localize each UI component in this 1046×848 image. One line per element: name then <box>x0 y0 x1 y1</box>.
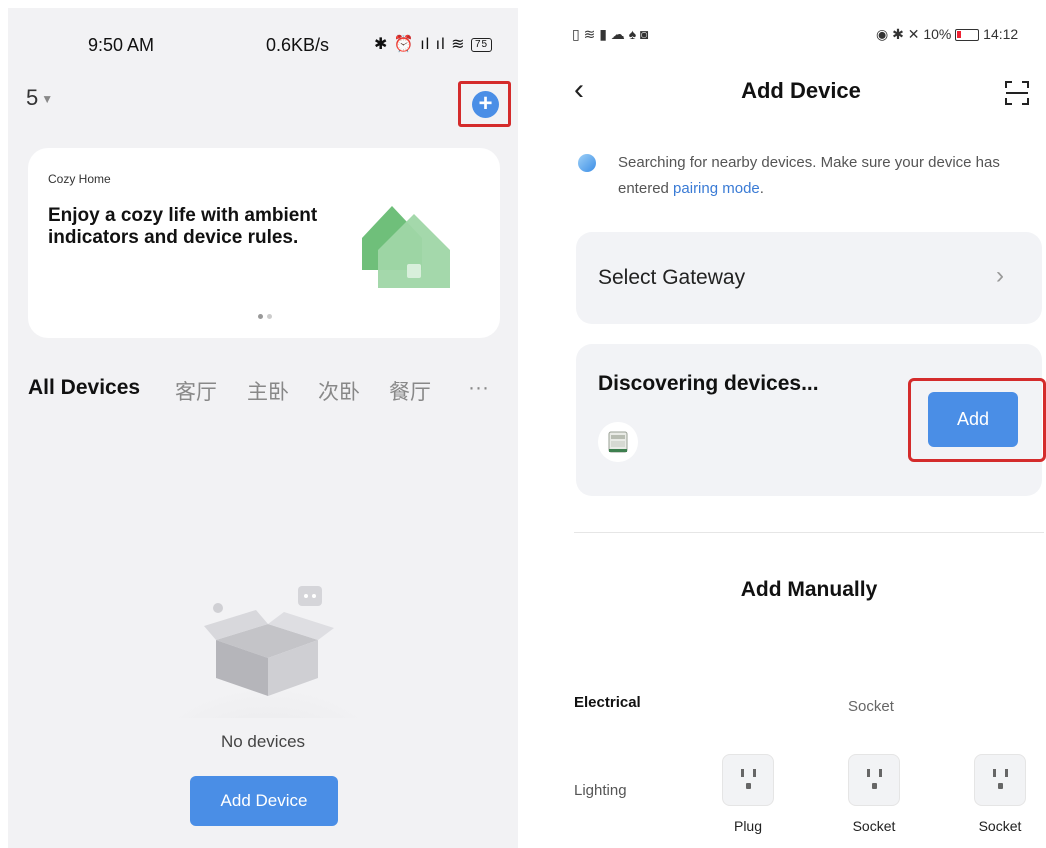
more-tabs-button[interactable]: ··· <box>468 376 489 400</box>
page-title: Add Device <box>741 78 861 103</box>
select-gateway-label: Select Gateway <box>598 266 746 289</box>
caret-down-icon: ▼ <box>41 92 54 107</box>
carousel-dots <box>256 306 274 324</box>
status-icons: ✱ ⏰ ıl ıl ≋ 75 <box>374 34 493 54</box>
socket-icon <box>848 754 900 806</box>
plug-icon <box>722 754 774 806</box>
scan-icon[interactable] <box>1004 80 1030 106</box>
discovered-device-icon[interactable] <box>598 422 638 462</box>
tab-second-bedroom[interactable]: 次卧 <box>318 376 360 406</box>
home-selector-label: 5 <box>26 85 39 110</box>
status-icons-right: ◉ ✱ ✕ 10% 14:12 <box>876 26 1018 43</box>
home-selector[interactable]: 5 ▼ <box>26 85 53 111</box>
add-discovered-device-button[interactable]: Add <box>928 392 1018 447</box>
status-indicators: ◉ ✱ ✕ 10% <box>876 26 952 42</box>
status-bar: 9:50 AM 0.6KB/s ✱ ⏰ ıl ıl ≋ 75 <box>8 32 518 62</box>
add-device-button[interactable]: Add Device <box>190 776 338 826</box>
promo-banner[interactable]: Cozy Home Enjoy a cozy life with ambient… <box>28 148 500 338</box>
searching-icon <box>578 154 596 172</box>
search-notice: Searching for nearby devices. Make sure … <box>576 150 1036 202</box>
category-electrical[interactable]: Electrical <box>574 694 641 711</box>
add-manually-title: Add Manually <box>740 578 878 601</box>
socket-icon <box>974 754 1026 806</box>
pairing-mode-link[interactable]: pairing mode <box>673 180 760 197</box>
device-socket-2[interactable]: Socket <box>960 754 1040 834</box>
category-lighting[interactable]: Lighting <box>574 782 627 799</box>
status-time: 9:50 AM <box>88 35 155 55</box>
device-label: Socket <box>978 818 1022 834</box>
device-socket[interactable]: Socket <box>834 754 914 834</box>
plus-icon: + <box>472 91 499 118</box>
banner-title: Enjoy a cozy life with ambient indicator… <box>48 205 318 248</box>
banner-caption: Cozy Home <box>48 172 111 186</box>
device-plug[interactable]: Plug <box>708 754 788 834</box>
battery-icon <box>955 29 980 42</box>
section-header-socket: Socket <box>848 698 894 715</box>
status-network-rate: 0.6KB/s <box>266 35 330 55</box>
divider <box>574 532 1044 533</box>
home-screen: 9:50 AM 0.6KB/s ✱ ⏰ ıl ıl ≋ 75 5 ▼ + Cozy… <box>8 8 518 848</box>
tab-dining-room[interactable]: 餐厅 <box>389 376 431 406</box>
room-tabs: All Devices 客厅 主卧 次卧 餐厅 ··· <box>28 376 518 412</box>
select-gateway-row[interactable]: Select Gateway › <box>576 232 1042 324</box>
notice-suffix: . <box>759 180 764 197</box>
add-device-screen: ▯ ≋ ▮ ☁ ♠ ◙ ◉ ✱ ✕ 10% 14:12 ‹ Add Device… <box>556 8 1046 848</box>
status-icon-glyphs: ✱ ⏰ ıl ıl ≋ <box>374 36 466 53</box>
device-label: Plug <box>733 818 763 834</box>
empty-state-text: No devices <box>220 732 306 751</box>
battery-icon: 75 <box>470 37 493 52</box>
status-time: 14:12 <box>983 26 1019 42</box>
empty-box-icon <box>168 586 368 718</box>
chevron-right-icon: › <box>996 262 1004 289</box>
house-illustration-icon <box>362 206 450 288</box>
tab-living-room[interactable]: 客厅 <box>175 376 217 406</box>
tab-all-devices[interactable]: All Devices <box>28 376 140 400</box>
device-label: Socket <box>852 818 896 834</box>
status-icons-left: ▯ ≋ ▮ ☁ ♠ ◙ <box>572 26 649 42</box>
discovering-title: Discovering devices... <box>598 372 819 395</box>
add-device-plus-button[interactable]: + <box>458 81 511 127</box>
tab-master-bedroom[interactable]: 主卧 <box>247 376 289 406</box>
